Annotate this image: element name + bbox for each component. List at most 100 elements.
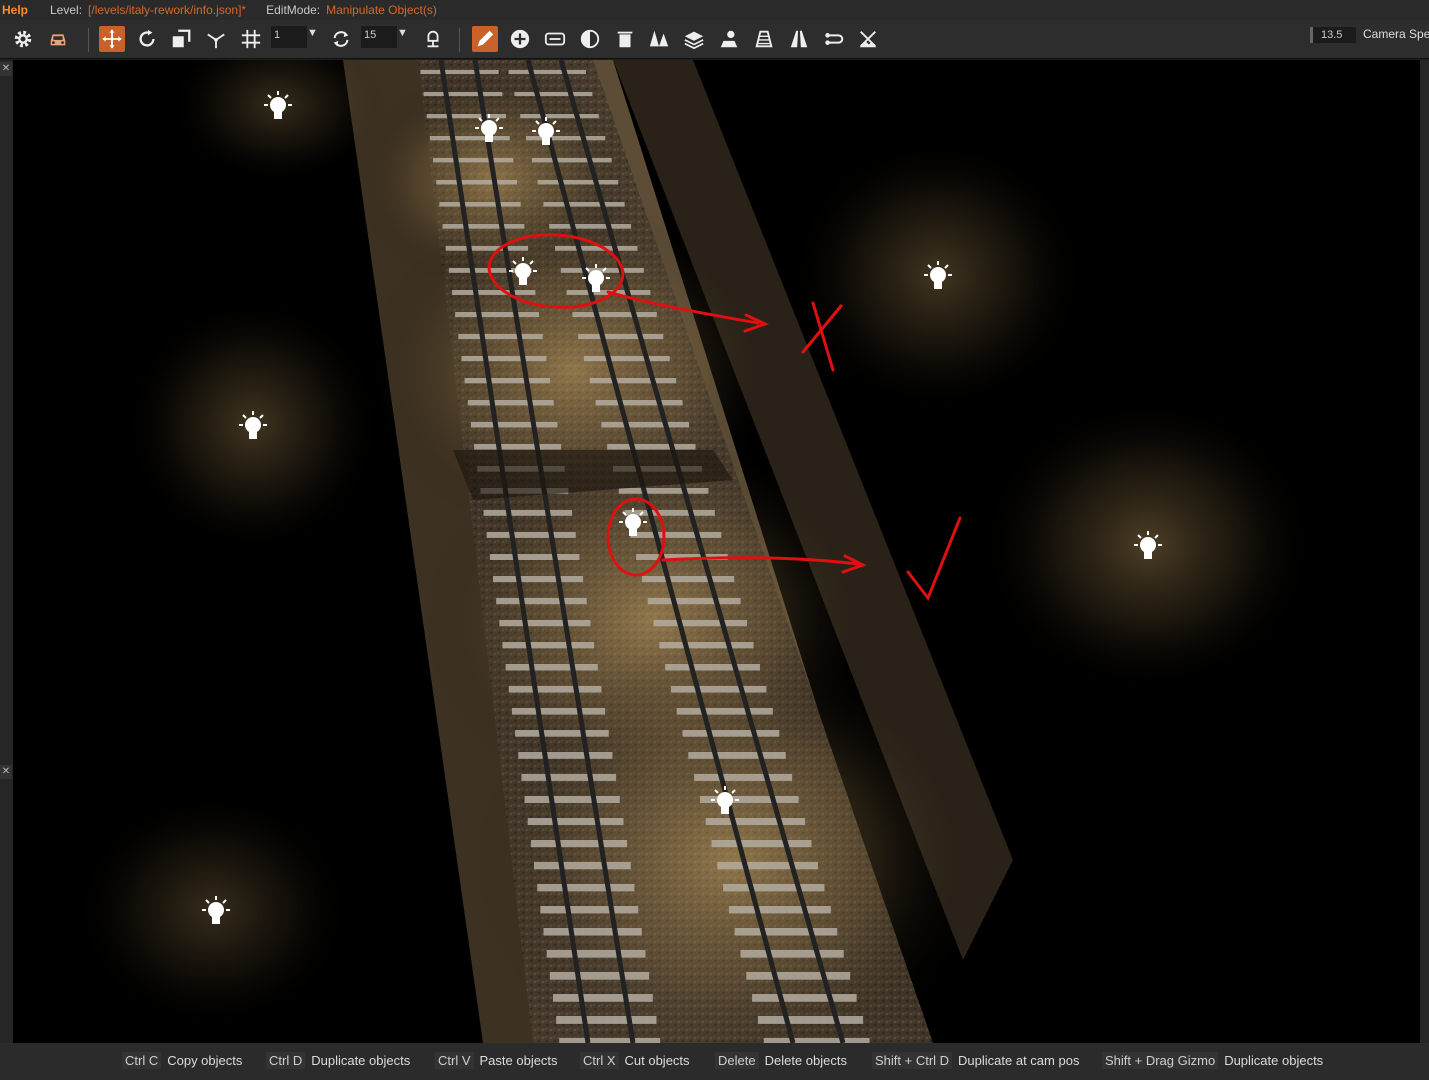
help-menu[interactable]: Help xyxy=(0,3,42,17)
rail-sleeper xyxy=(527,818,624,826)
rail-sleeper xyxy=(508,686,602,693)
connect-button[interactable] xyxy=(821,26,847,52)
grid-snap-button[interactable] xyxy=(238,26,264,52)
rail-sleeper xyxy=(515,730,609,737)
rail-sleeper xyxy=(560,268,644,273)
road-button[interactable] xyxy=(786,26,812,52)
forest-icon xyxy=(649,30,669,47)
rail-sleeper xyxy=(537,180,619,185)
rail-sleeper xyxy=(676,708,773,715)
snap-value-input[interactable]: 1 xyxy=(271,26,307,48)
rail-sleeper xyxy=(455,312,540,318)
rail-sleeper xyxy=(451,290,536,295)
rail-sleeper xyxy=(555,246,638,251)
rail-sleeper xyxy=(549,224,632,229)
rotate-tool-button[interactable] xyxy=(134,26,160,52)
rail-sleeper xyxy=(526,136,606,141)
scene-render xyxy=(73,60,1318,1043)
terrain-button[interactable] xyxy=(855,26,881,52)
edit-mode-button[interactable] xyxy=(472,26,498,52)
rail-sleeper xyxy=(439,202,521,207)
rail-sleeper xyxy=(659,642,754,649)
scale-tool-button[interactable] xyxy=(168,26,194,52)
left-panel-strip xyxy=(0,60,13,1043)
rail-sleeper xyxy=(436,180,518,185)
water-button[interactable] xyxy=(751,26,777,52)
rail-sleeper xyxy=(711,840,812,848)
rail-sleeper xyxy=(630,532,722,538)
add-icon xyxy=(510,29,530,49)
decal-road-button[interactable] xyxy=(542,26,568,52)
rail-sleeper xyxy=(694,774,793,781)
rail-sleeper xyxy=(445,246,529,251)
hint-duplicate-cam: Shift + Ctrl D Duplicate at cam pos xyxy=(872,1052,1079,1069)
rail-sleeper xyxy=(549,972,650,980)
snap-dropdown-icon[interactable]: ▼ xyxy=(307,27,321,41)
light-button[interactable] xyxy=(716,26,742,52)
rail-sleeper xyxy=(496,598,587,605)
terrain-icon xyxy=(859,31,877,48)
editmode-label: EditMode: xyxy=(266,3,321,17)
rail-sleeper xyxy=(429,136,510,141)
rail-sleeper xyxy=(723,884,825,892)
rail-sleeper xyxy=(757,1016,864,1024)
rail-sleeper xyxy=(688,752,786,759)
delete-button[interactable] xyxy=(612,26,638,52)
rail-sleeper xyxy=(647,598,741,605)
circle-icon xyxy=(580,29,600,49)
circle-tool-button[interactable] xyxy=(577,26,603,52)
close-lower-panel-icon[interactable]: ✕ xyxy=(0,765,12,779)
gear-icon xyxy=(14,30,32,48)
camera-speed-input[interactable]: 13.5 xyxy=(1310,27,1356,43)
rail-sleeper xyxy=(486,532,576,538)
rail-sleeper xyxy=(502,642,595,649)
link-icon xyxy=(544,32,566,46)
rotation-snap-input[interactable]: 15 xyxy=(361,26,397,48)
rail-sleeper xyxy=(752,994,857,1002)
rail-sleeper xyxy=(537,884,635,892)
hint-copy: Ctrl C Copy objects xyxy=(122,1052,242,1069)
forest-button[interactable] xyxy=(646,26,672,52)
rotate-icon xyxy=(139,29,155,47)
rail-sleeper xyxy=(665,664,760,671)
terrain-snap-button[interactable] xyxy=(420,26,446,52)
rail-sleeper xyxy=(534,862,631,870)
car-icon xyxy=(50,34,66,46)
scale-icon xyxy=(172,29,191,48)
rail-sleeper xyxy=(556,1016,657,1024)
light-icon xyxy=(720,30,738,48)
hint-cut: Ctrl X Cut objects xyxy=(580,1052,690,1069)
rail-sleeper xyxy=(618,488,709,494)
hint-delete: Delete Delete objects xyxy=(715,1052,847,1069)
vehicle-button[interactable] xyxy=(45,26,71,52)
close-left-panel-icon[interactable]: ✕ xyxy=(0,62,12,76)
rotation-snap-icon xyxy=(333,31,349,47)
rail-sleeper xyxy=(464,378,551,384)
rail-sleeper xyxy=(746,972,851,980)
rail-sleeper xyxy=(601,422,690,428)
rail-sleeper xyxy=(461,356,547,362)
axis-icon xyxy=(207,33,225,49)
road-icon xyxy=(790,30,808,48)
level-label: Level: xyxy=(50,3,83,17)
hint-drag-gizmo: Shift + Drag Gizmo Duplicate objects xyxy=(1102,1052,1323,1069)
hint-paste: Ctrl V Paste objects xyxy=(435,1052,558,1069)
layers-button[interactable] xyxy=(681,26,707,52)
rail-sleeper xyxy=(474,444,562,450)
rail-sleeper xyxy=(520,114,599,119)
rail-sleeper xyxy=(499,620,591,627)
rail-sleeper xyxy=(583,356,670,362)
rotation-dropdown-icon[interactable]: ▼ xyxy=(397,27,411,41)
rail-sleeper xyxy=(483,510,573,516)
rail-sleeper xyxy=(470,422,558,428)
axis-button[interactable] xyxy=(203,26,229,52)
scene-viewport[interactable] xyxy=(13,60,1420,1043)
terrain-snap-icon xyxy=(427,30,439,48)
move-tool-button[interactable] xyxy=(99,26,125,52)
rotation-snap-button[interactable] xyxy=(328,26,354,52)
camera-speed-label: Camera Spe xyxy=(1363,27,1429,41)
water-icon xyxy=(755,30,773,48)
settings-button[interactable] xyxy=(10,26,36,52)
add-object-button[interactable] xyxy=(507,26,533,52)
right-scrollbar[interactable] xyxy=(1420,60,1429,1043)
